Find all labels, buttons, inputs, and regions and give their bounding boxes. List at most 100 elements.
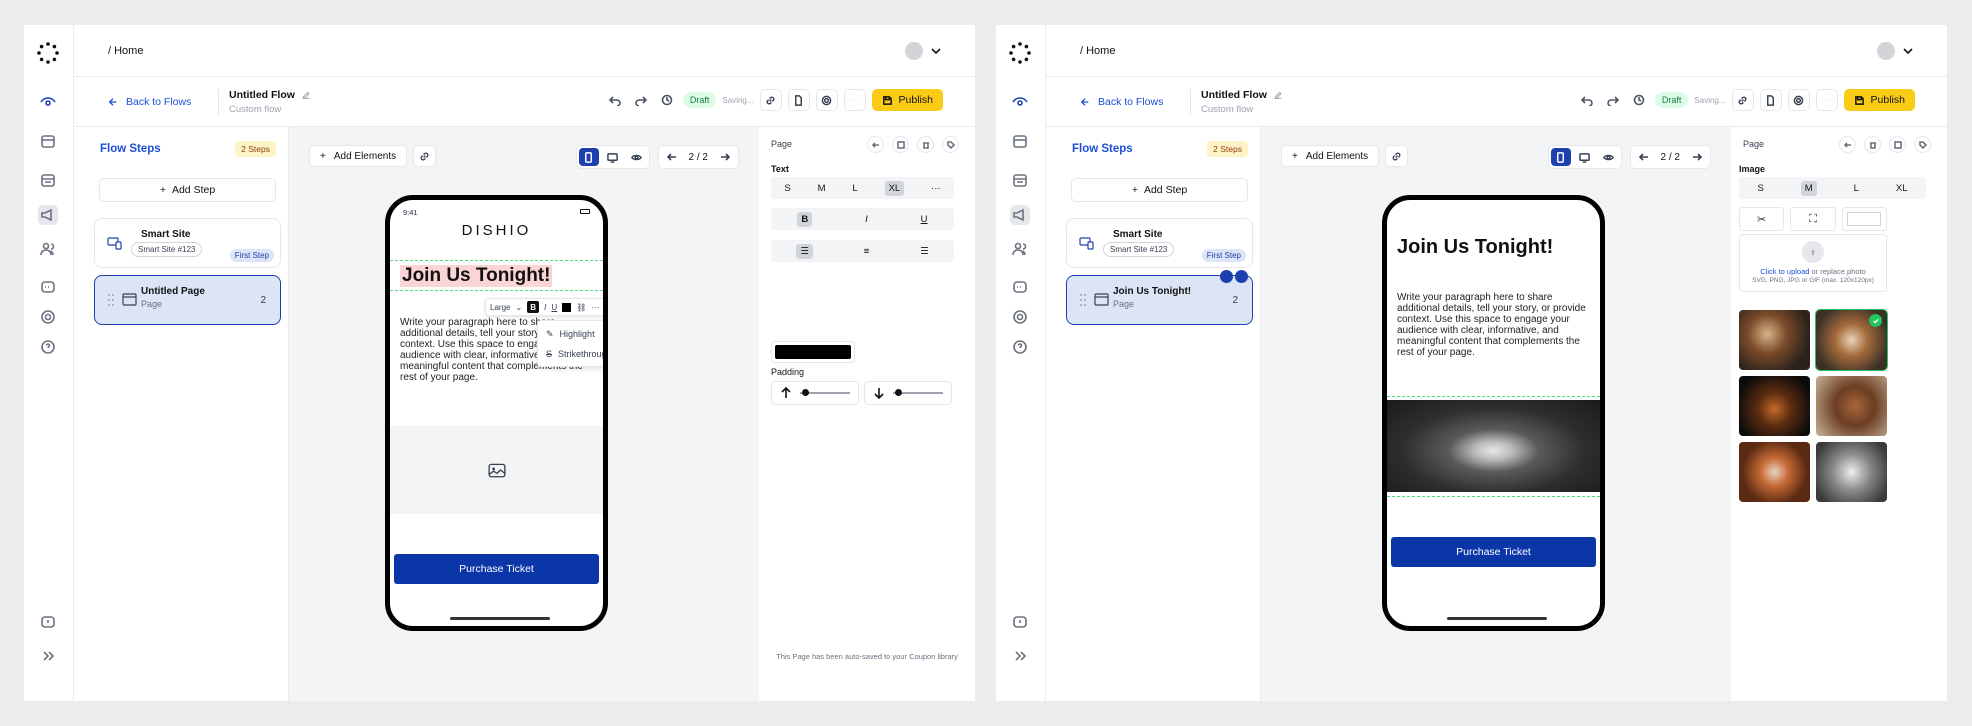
- align-center-icon[interactable]: ≡: [864, 246, 870, 257]
- size-m[interactable]: M: [1800, 180, 1817, 196]
- purchase-ticket-button[interactable]: Purchase Ticket: [394, 554, 599, 584]
- size-s[interactable]: S: [1757, 183, 1763, 194]
- add-elements-button[interactable]: + Add Elements: [1281, 145, 1380, 167]
- help-nav-icon[interactable]: [1010, 337, 1030, 357]
- link-button[interactable]: [1385, 145, 1409, 167]
- link-icon[interactable]: ⛓: [576, 303, 586, 312]
- publish-button[interactable]: Publish: [871, 89, 943, 111]
- crop-icon[interactable]: ✂: [1739, 207, 1785, 231]
- calendar-nav-icon[interactable]: [1010, 170, 1030, 190]
- padding-bottom-slider[interactable]: [893, 389, 943, 396]
- gallery-image[interactable]: [1816, 376, 1887, 436]
- chevron-down-icon[interactable]: ⌄: [515, 303, 522, 312]
- highlight-option[interactable]: ✎ Highlight: [538, 324, 603, 344]
- undo-icon[interactable]: [1577, 89, 1597, 111]
- avatar[interactable]: [905, 42, 923, 60]
- step-card-page[interactable]: Join Us Tonight! Page 2: [1066, 270, 1253, 325]
- italic-button[interactable]: I: [544, 303, 546, 312]
- phone-title[interactable]: Join Us Tonight!: [1397, 236, 1553, 259]
- publish-button[interactable]: Publish: [1843, 89, 1915, 111]
- step-card-smart-site[interactable]: Smart Site Smart Site #123 First Step: [1066, 218, 1253, 268]
- more-button[interactable]: [1815, 89, 1838, 111]
- step-card-page[interactable]: Untitled Page Page 2: [94, 275, 281, 325]
- settings-button[interactable]: [815, 89, 838, 111]
- gallery-image[interactable]: [1816, 442, 1887, 502]
- prev-page-icon[interactable]: [1638, 152, 1649, 162]
- expand-rail-icon[interactable]: [1010, 646, 1030, 666]
- history-icon[interactable]: [1629, 89, 1649, 111]
- preview-eye-icon[interactable]: [627, 148, 647, 166]
- desktop-view-icon[interactable]: [603, 148, 623, 166]
- back-icon[interactable]: [1839, 136, 1856, 153]
- add-step-button[interactable]: + Add Step: [99, 178, 276, 202]
- document-button[interactable]: [787, 89, 810, 111]
- expand-rail-icon[interactable]: [38, 646, 58, 666]
- store-nav-icon[interactable]: [38, 131, 58, 151]
- phone-title[interactable]: Join Us Tonight!: [400, 265, 553, 287]
- fullscreen-icon[interactable]: ⛶: [1790, 207, 1836, 231]
- step-card-smart-site[interactable]: Smart Site Smart Site #123 First Step: [94, 218, 281, 268]
- redo-icon[interactable]: [631, 89, 651, 111]
- preview-eye-icon[interactable]: [1599, 148, 1619, 166]
- size-l[interactable]: L: [852, 183, 857, 194]
- prev-page-icon[interactable]: [666, 152, 677, 162]
- users-nav-icon[interactable]: [38, 239, 58, 259]
- copy-step-icon[interactable]: [1220, 270, 1233, 283]
- store-nav-icon[interactable]: [1010, 131, 1030, 151]
- chevron-down-icon[interactable]: [1903, 47, 1913, 55]
- mobile-view-icon[interactable]: [1550, 148, 1571, 166]
- click-to-upload-link[interactable]: Click to upload: [1760, 267, 1809, 276]
- restaurant-photo[interactable]: [1387, 400, 1600, 492]
- link-button[interactable]: [413, 145, 437, 167]
- avatar[interactable]: [1877, 42, 1895, 60]
- gallery-image[interactable]: [1739, 376, 1810, 436]
- users-nav-icon[interactable]: [1010, 239, 1030, 259]
- mobile-view-icon[interactable]: [578, 148, 599, 166]
- megaphone-nav-icon[interactable]: [38, 205, 58, 225]
- image-placeholder[interactable]: [390, 426, 603, 514]
- eye-nav-icon[interactable]: [38, 92, 58, 112]
- padding-top-control[interactable]: [771, 381, 859, 405]
- link-button[interactable]: [1731, 89, 1754, 111]
- duplicate-icon[interactable]: [1889, 136, 1906, 153]
- size-select[interactable]: Large: [490, 303, 510, 312]
- back-icon[interactable]: [867, 136, 884, 153]
- next-page-icon[interactable]: [1692, 152, 1702, 162]
- add-elements-button[interactable]: + Add Elements: [309, 145, 408, 167]
- size-s[interactable]: S: [784, 183, 790, 194]
- text-color-swatch[interactable]: [562, 302, 572, 312]
- more-button[interactable]: [843, 89, 866, 111]
- settings-nav-icon[interactable]: [38, 307, 58, 327]
- more-icon[interactable]: ···: [931, 183, 941, 194]
- feedback-nav-icon[interactable]: [38, 613, 58, 633]
- padding-bottom-control[interactable]: [864, 381, 952, 405]
- edit-icon[interactable]: [301, 90, 311, 100]
- megaphone-nav-icon[interactable]: [1010, 205, 1030, 225]
- bold-button[interactable]: B: [527, 301, 540, 313]
- underline-toggle[interactable]: U: [921, 214, 928, 225]
- edit-icon[interactable]: [1273, 90, 1283, 100]
- italic-toggle[interactable]: I: [865, 214, 868, 225]
- purchase-ticket-button[interactable]: Purchase Ticket: [1391, 537, 1596, 567]
- next-page-icon[interactable]: [720, 152, 730, 162]
- chat-nav-icon[interactable]: [1010, 278, 1030, 298]
- gallery-image[interactable]: [1739, 310, 1810, 370]
- underline-button[interactable]: U: [551, 303, 557, 312]
- redo-icon[interactable]: [1603, 89, 1623, 111]
- text-color-picker[interactable]: [771, 341, 855, 363]
- padding-top-slider[interactable]: [800, 389, 850, 396]
- bold-toggle[interactable]: B: [797, 211, 813, 227]
- strikethrough-option[interactable]: S Strikethrough: [538, 344, 603, 364]
- image-upload-dropzone[interactable]: ⇪ Click to upload or replace photo SVG, …: [1739, 234, 1887, 292]
- tag-icon[interactable]: [942, 136, 959, 153]
- calendar-nav-icon[interactable]: [38, 170, 58, 190]
- history-icon[interactable]: [657, 89, 677, 111]
- size-l[interactable]: L: [1854, 183, 1859, 194]
- back-to-flows-link[interactable]: Back to Flows: [1080, 96, 1163, 108]
- more-icon[interactable]: ···: [591, 303, 599, 312]
- duplicate-icon[interactable]: [892, 136, 909, 153]
- document-button[interactable]: [1759, 89, 1782, 111]
- chevron-down-icon[interactable]: [931, 47, 941, 55]
- eye-nav-icon[interactable]: [1010, 92, 1030, 112]
- back-to-flows-link[interactable]: Back to Flows: [108, 96, 191, 108]
